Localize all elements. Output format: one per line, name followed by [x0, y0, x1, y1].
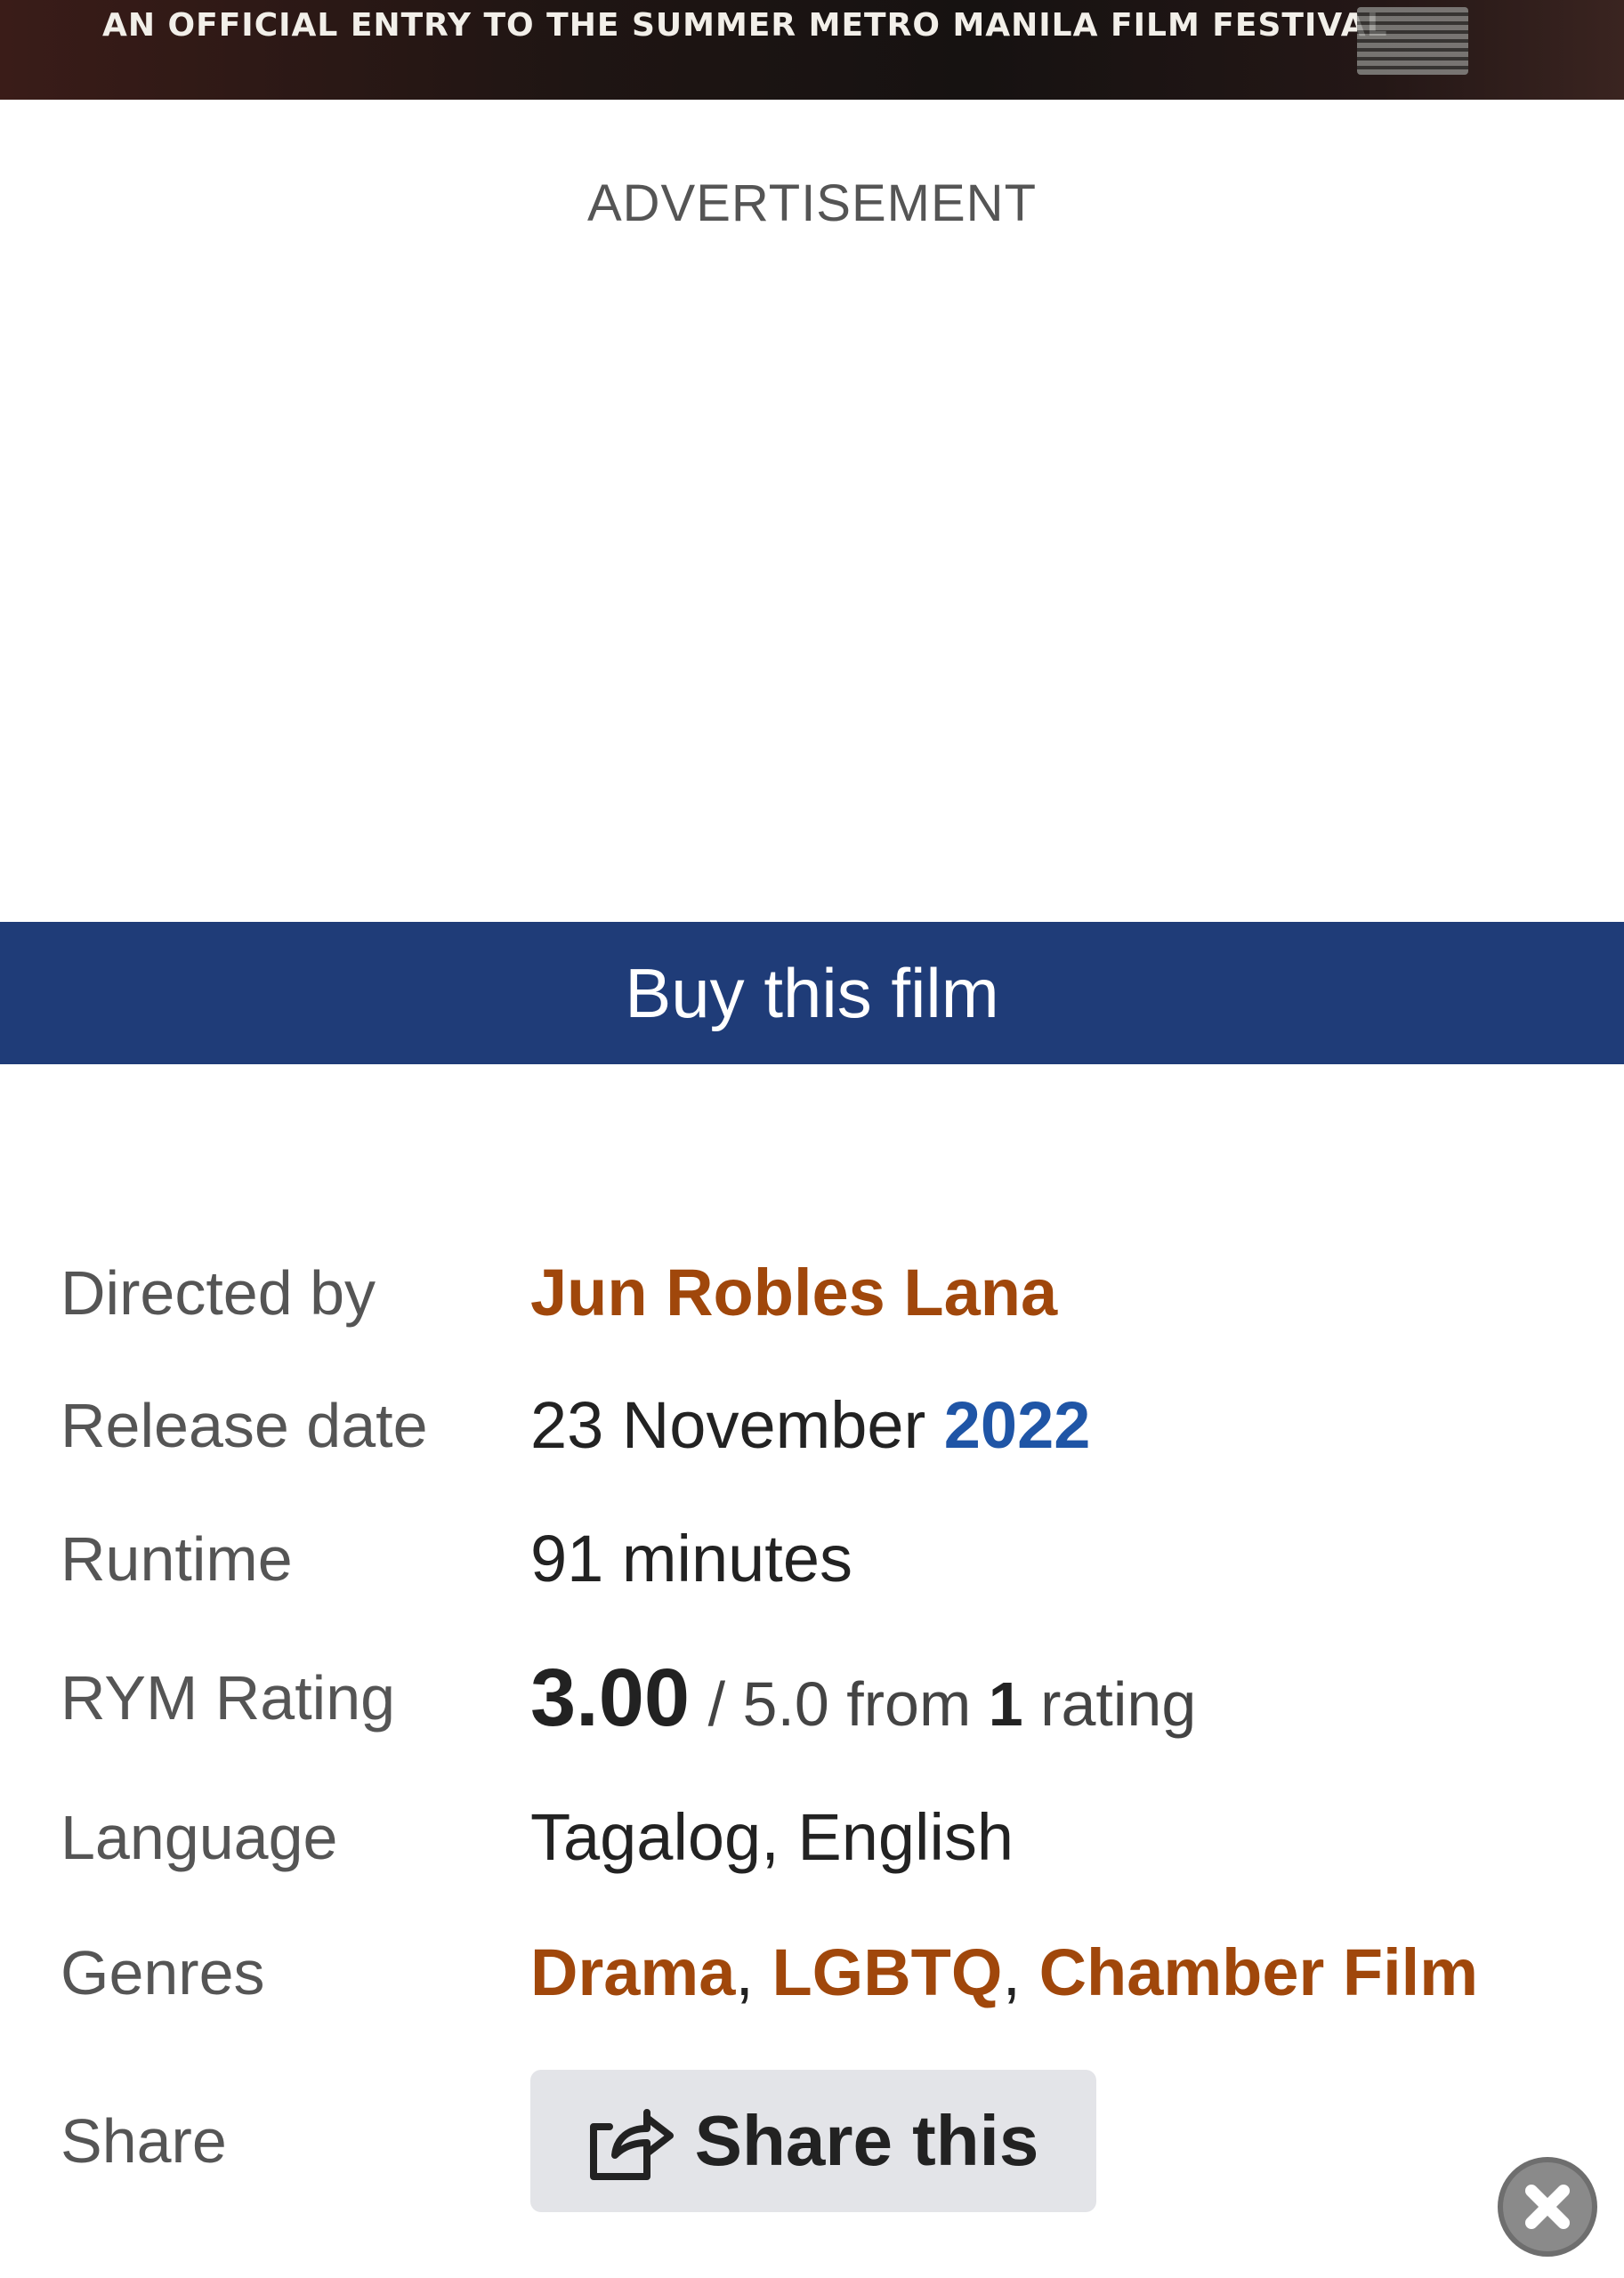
genre-link-chamber-film[interactable]: Chamber Film: [1039, 1935, 1478, 2009]
share-button-label: Share this: [694, 2101, 1039, 2180]
poster-tagline: AN OFFICIAL ENTRY TO THE SUMMER METRO MA…: [102, 7, 1388, 44]
genres-row: Genres Drama, LGBTQ, Chamber Film: [61, 1928, 1573, 2017]
runtime-row: Runtime 91 minutes: [61, 1515, 1573, 1603]
festival-logo-icon: [1357, 7, 1468, 75]
rating-row: RYM Rating 3.00 / 5.0 from 1 rating: [61, 1653, 1573, 1742]
close-button[interactable]: [1498, 2157, 1597, 2257]
director-link[interactable]: Jun Robles Lana: [530, 1256, 1057, 1329]
rating-label: RYM Rating: [61, 1663, 396, 1733]
language-label: Language: [61, 1803, 338, 1872]
release-year-link[interactable]: 2022: [944, 1388, 1091, 1462]
share-row: Share Share this: [61, 2070, 1573, 2212]
advertisement-label: ADVERTISEMENT: [586, 174, 1037, 232]
close-icon: [1525, 2185, 1570, 2229]
rating-unit: rating: [1040, 1669, 1197, 1739]
language-row: Language Tagalog, English: [61, 1793, 1573, 1882]
film-details-page: AN OFFICIAL ENTRY TO THE SUMMER METRO MA…: [0, 0, 1624, 2278]
rating-from: from: [846, 1669, 972, 1739]
genre-link-lgbtq[interactable]: LGBTQ: [772, 1935, 1002, 2009]
runtime-value: 91 minutes: [530, 1522, 852, 1595]
rating-max: / 5.0: [707, 1669, 829, 1739]
release-date-label: Release date: [61, 1391, 428, 1460]
genres-label: Genres: [61, 1938, 265, 2007]
release-day-month: 23 November: [530, 1388, 926, 1462]
share-this-button[interactable]: Share this: [530, 2070, 1096, 2212]
directed-by-label: Directed by: [61, 1258, 376, 1328]
genre-link-drama[interactable]: Drama: [530, 1935, 735, 2009]
release-date-row: Release date 23 November 2022: [61, 1381, 1573, 1470]
rating-score: 3.00: [530, 1652, 691, 1743]
language-value: Tagalog, English: [530, 1800, 1014, 1874]
rating-count: 1: [988, 1669, 1023, 1739]
film-poster-strip: AN OFFICIAL ENTRY TO THE SUMMER METRO MA…: [0, 0, 1624, 100]
directed-by-row: Directed by Jun Robles Lana: [61, 1248, 1573, 1337]
share-label: Share: [61, 2106, 227, 2176]
runtime-label: Runtime: [61, 1524, 293, 1594]
buy-this-film-button[interactable]: Buy this film: [0, 922, 1624, 1064]
share-icon: [589, 2109, 674, 2180]
